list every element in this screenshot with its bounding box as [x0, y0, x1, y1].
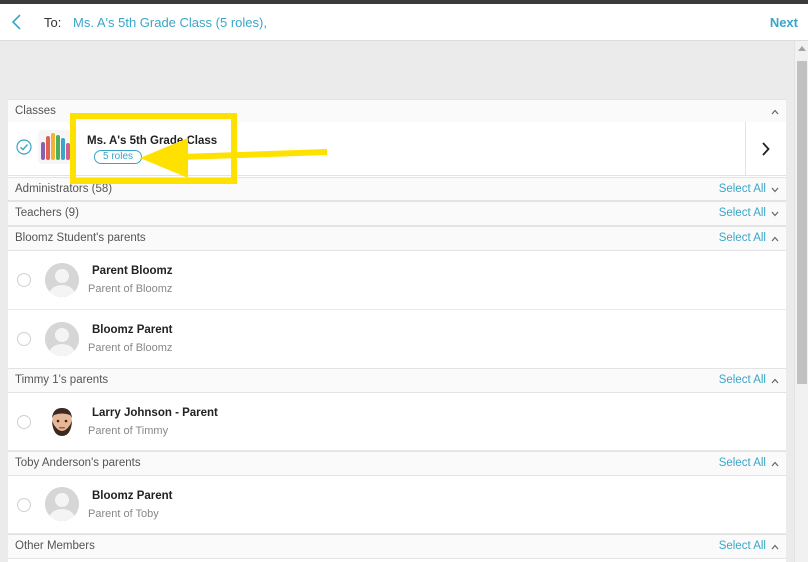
select-all-link[interactable]: Select All: [719, 374, 766, 386]
section-title: Other Members: [15, 540, 95, 552]
class-details-button[interactable]: [745, 122, 786, 176]
section-title: Teachers (9): [15, 207, 79, 219]
member-row[interactable]: Larry Johnson - Parent Parent of Timmy: [8, 393, 786, 451]
next-button[interactable]: Next: [770, 15, 798, 30]
chevron-up-icon[interactable]: [771, 109, 779, 115]
chevron-right-icon: [762, 142, 770, 156]
checked-circle-icon[interactable]: [16, 139, 32, 155]
select-radio[interactable]: [17, 415, 31, 429]
chevron-up-icon[interactable]: [771, 544, 779, 550]
default-avatar-icon: [45, 322, 79, 356]
member-row[interactable]: Bloomz Parent Parent of Toby: [8, 476, 786, 534]
member-relation: Parent of Bloomz: [88, 283, 173, 295]
section-title: Administrators (58): [15, 183, 113, 195]
select-all-link[interactable]: Select All: [719, 207, 766, 219]
chevron-up-icon[interactable]: [771, 461, 779, 467]
default-avatar-icon: [45, 487, 79, 521]
section-header-other-members[interactable]: Other Members Select All: [8, 534, 786, 559]
select-radio[interactable]: [17, 273, 31, 287]
select-radio[interactable]: [17, 498, 31, 512]
section-title: Bloomz Student's parents: [15, 232, 146, 244]
member-relation: Parent of Bloomz: [88, 342, 173, 354]
member-row[interactable]: Parent Bloomz Parent of Bloomz: [8, 251, 786, 310]
member-relation: Parent of Timmy: [88, 425, 169, 437]
member-name: Bloomz Parent: [92, 490, 173, 502]
member-row[interactable]: Bloomz Parent Parent of Bloomz: [8, 310, 786, 369]
section-header-timmy-parents[interactable]: Timmy 1's parents Select All: [8, 368, 786, 393]
member-relation: Parent of Toby: [88, 508, 159, 520]
chevron-up-icon[interactable]: [771, 378, 779, 384]
select-all-link[interactable]: Select All: [719, 540, 766, 552]
chevron-down-icon[interactable]: [771, 187, 779, 193]
select-all-link[interactable]: Select All: [719, 232, 766, 244]
section-header-bloomz-student-parents[interactable]: Bloomz Student's parents Select All: [8, 226, 786, 251]
chevron-down-icon[interactable]: [771, 211, 779, 217]
highlight-arrow-icon: [140, 138, 328, 178]
member-name: Bloomz Parent: [92, 324, 173, 336]
back-chevron-icon[interactable]: [10, 13, 24, 31]
class-avatar-hands-icon: [38, 130, 72, 164]
chevron-up-icon[interactable]: [771, 236, 779, 242]
scroll-thumb[interactable]: [797, 61, 807, 384]
bearded-man-avatar-icon: [45, 404, 79, 438]
default-avatar-icon: [45, 263, 79, 297]
scroll-up-arrow-icon[interactable]: [798, 46, 806, 51]
section-title: Timmy 1's parents: [15, 374, 109, 386]
member-name: Larry Johnson - Parent: [92, 407, 218, 419]
section-header-toby-parents[interactable]: Toby Anderson's parents Select All: [8, 451, 786, 476]
section-title: Classes: [15, 105, 56, 117]
section-title: Toby Anderson's parents: [15, 457, 141, 469]
select-radio[interactable]: [17, 332, 31, 346]
select-all-link[interactable]: Select All: [719, 183, 766, 195]
compose-header: To: Ms. A's 5th Grade Class (5 roles), N…: [0, 4, 808, 41]
recipients-field[interactable]: Ms. A's 5th Grade Class (5 roles),: [73, 15, 267, 30]
to-label: To:: [44, 15, 62, 30]
member-name: Parent Bloomz: [92, 265, 173, 277]
section-header-teachers[interactable]: Teachers (9) Select All: [8, 201, 786, 226]
vertical-scrollbar[interactable]: [794, 41, 808, 562]
select-all-link[interactable]: Select All: [719, 457, 766, 469]
